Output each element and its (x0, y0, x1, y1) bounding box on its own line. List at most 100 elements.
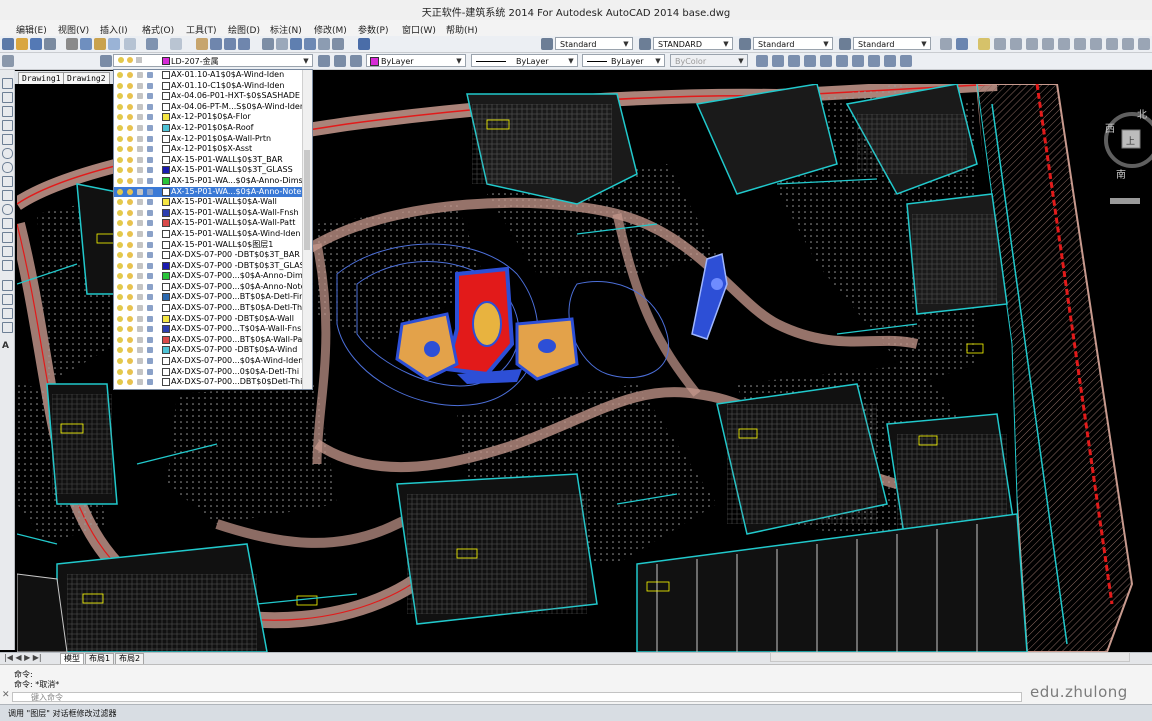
sun-icon[interactable] (127, 305, 133, 312)
viewport-freeze-icon[interactable] (147, 294, 153, 301)
sun-icon[interactable] (127, 347, 133, 354)
dimension-tool-icon[interactable] (788, 55, 800, 67)
bulb-icon[interactable] (117, 262, 123, 269)
lock-icon[interactable] (137, 262, 143, 269)
layer-list-item[interactable]: AX-DXS-07-P00...BT$0$A-Detl-Thi (114, 303, 312, 314)
layer-list-item[interactable]: AX-15-P01-WALL$0$图层1 (114, 240, 312, 251)
viewport-freeze-icon[interactable] (147, 368, 153, 375)
layer-list-item[interactable]: AX-DXS-07-P00 -DBT$0$3T_GLASS (114, 261, 312, 272)
zoom-window-icon[interactable] (224, 38, 236, 50)
viewport-freeze-icon[interactable] (147, 177, 153, 184)
bulb-icon[interactable] (117, 103, 123, 110)
layer-list-item[interactable]: Ax-12-P01$0$A-Roof (114, 123, 312, 134)
zoom-realtime-icon[interactable] (210, 38, 222, 50)
layer-states-icon[interactable] (956, 38, 968, 50)
close-icon[interactable]: ✕ (2, 690, 10, 700)
lock-icon[interactable] (137, 326, 143, 333)
layer-tool-icon[interactable] (1122, 38, 1134, 50)
sun-icon[interactable] (127, 146, 133, 153)
lock-icon[interactable] (137, 72, 143, 78)
layer-list-item[interactable]: AX-15-P01-WALL$0$A-Wind-Iden (114, 229, 312, 240)
linetype-select[interactable]: ByLayer ▼ (471, 54, 578, 67)
table-icon[interactable] (2, 322, 13, 333)
sun-icon[interactable] (127, 124, 133, 131)
help-icon[interactable] (358, 38, 370, 50)
bulb-icon[interactable] (117, 273, 123, 280)
polygon-icon[interactable] (2, 120, 13, 131)
sun-icon[interactable] (127, 336, 133, 343)
bulb-icon[interactable] (117, 220, 123, 227)
bulb-icon[interactable] (117, 305, 123, 312)
layer-list-item[interactable]: AX-DXS-07-P00...DBT$0$Detl-Thi (114, 377, 312, 388)
make-block-icon[interactable] (2, 246, 13, 257)
arc-icon[interactable] (2, 148, 13, 159)
ellipse-icon[interactable] (2, 204, 13, 215)
lock-icon[interactable] (137, 305, 143, 312)
lock-icon[interactable] (137, 252, 143, 259)
lock-icon[interactable] (137, 188, 143, 195)
sun-icon[interactable] (127, 188, 133, 195)
layer-tool-icon[interactable] (1042, 38, 1054, 50)
sun-icon[interactable] (127, 177, 133, 184)
layer-tool-icon[interactable] (994, 38, 1006, 50)
lock-icon[interactable] (137, 230, 143, 237)
viewport-freeze-icon[interactable] (147, 124, 153, 131)
sun-icon[interactable] (127, 283, 133, 290)
design-center-icon[interactable] (276, 38, 288, 50)
viewport-freeze-icon[interactable] (147, 146, 153, 153)
layer-list-item[interactable]: Ax-12-P01$0$X-Asst (114, 144, 312, 155)
bulb-icon[interactable] (117, 241, 123, 248)
redo-icon[interactable] (170, 38, 182, 50)
bulb-icon[interactable] (117, 156, 123, 163)
sun-icon[interactable] (127, 156, 133, 163)
viewport-freeze-icon[interactable] (147, 167, 153, 174)
markup-icon[interactable] (318, 38, 330, 50)
lock-icon[interactable] (137, 199, 143, 206)
layer-list-item[interactable]: AX-01.10-A1$0$A-Wind-Iden (114, 70, 312, 81)
quickcalc-icon[interactable] (332, 38, 344, 50)
lock-icon[interactable] (137, 156, 143, 163)
open-file-icon[interactable] (16, 38, 28, 50)
sun-icon[interactable] (127, 230, 133, 237)
sun-icon[interactable] (127, 93, 133, 100)
lock-icon[interactable] (137, 124, 143, 131)
menu-help[interactable]: 帮助(H) (446, 23, 478, 36)
layer-list-item[interactable]: Ax-12-P01$0$A-Wall-Prtn (114, 134, 312, 145)
viewport-freeze-icon[interactable] (147, 72, 153, 78)
lock-icon[interactable] (137, 336, 143, 343)
layer-list-item[interactable]: AX-DXS-07-P00...BT$0$A-Wall-Pa (114, 335, 312, 346)
bulb-icon[interactable] (117, 199, 123, 206)
bulb-icon[interactable] (117, 124, 123, 131)
zoom-previous-icon[interactable] (238, 38, 250, 50)
layer-list-item[interactable]: AX-DXS-07-P00...BT$0$A-Detl-Fin (114, 292, 312, 303)
lock-icon[interactable] (137, 220, 143, 227)
layer-list-item[interactable]: Ax-12-P01$0$A-Flor (114, 112, 312, 123)
bulb-icon[interactable] (117, 336, 123, 343)
table-style-select[interactable]: Standard ▼ (753, 37, 833, 50)
viewport-freeze-icon[interactable] (147, 199, 153, 206)
lock-icon[interactable] (137, 347, 143, 354)
lock-icon[interactable] (137, 283, 143, 290)
menu-dimension[interactable]: 标注(N) (270, 23, 302, 36)
sun-icon[interactable] (127, 326, 133, 333)
lock-icon[interactable] (137, 273, 143, 280)
command-input[interactable]: 键入命令 (12, 692, 1022, 702)
lock-icon[interactable] (137, 315, 143, 322)
sun-icon[interactable] (127, 262, 133, 269)
insert-block-icon[interactable] (2, 232, 13, 243)
make-current-icon[interactable] (318, 55, 330, 67)
pan-icon[interactable] (196, 38, 208, 50)
layer-list-item[interactable]: AX-15-P01-WA...$0$A-Anno-Dims (114, 176, 312, 187)
layer-list-item[interactable]: AX-DXS-07-P00...T$0$A-Wall-Fnsh (114, 324, 312, 335)
horizontal-scrollbar[interactable] (770, 652, 1130, 662)
bulb-icon[interactable] (117, 82, 123, 89)
save-icon[interactable] (30, 38, 42, 50)
menu-modify[interactable]: 修改(M) (314, 23, 347, 36)
sun-icon[interactable] (127, 294, 133, 301)
block-editor-icon[interactable] (124, 38, 136, 50)
dimension-tool-icon[interactable] (756, 55, 768, 67)
sun-icon[interactable] (127, 368, 133, 375)
viewport-freeze-icon[interactable] (147, 220, 153, 227)
undo-icon[interactable] (146, 38, 158, 50)
bulb-icon[interactable] (117, 188, 123, 195)
